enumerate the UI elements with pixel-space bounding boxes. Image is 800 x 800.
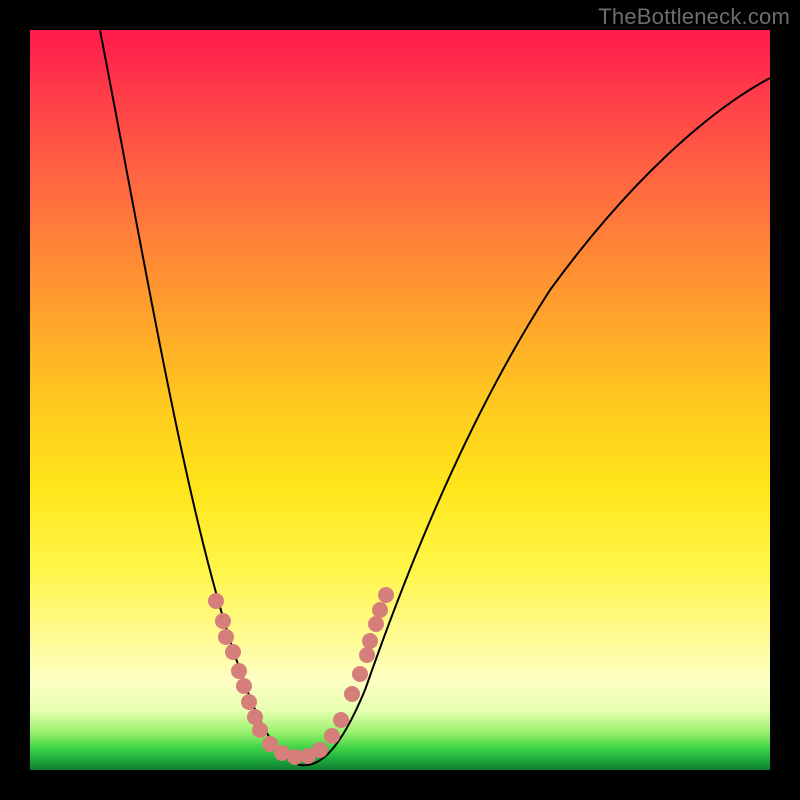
chart-svg [30, 30, 770, 770]
bottleneck-curve [100, 30, 770, 765]
marker-dot [333, 712, 349, 728]
marker-group [208, 587, 394, 765]
marker-dot [236, 678, 252, 694]
marker-dot [359, 647, 375, 663]
plot-area [30, 30, 770, 770]
marker-dot [208, 593, 224, 609]
marker-dot [312, 742, 328, 758]
marker-dot [231, 663, 247, 679]
watermark-text: TheBottleneck.com [598, 4, 790, 30]
marker-dot [215, 613, 231, 629]
marker-dot [218, 629, 234, 645]
marker-dot [225, 644, 241, 660]
marker-dot [372, 602, 388, 618]
marker-dot [344, 686, 360, 702]
chart-frame: TheBottleneck.com [0, 0, 800, 800]
marker-dot [362, 633, 378, 649]
marker-dot [368, 616, 384, 632]
marker-dot [352, 666, 368, 682]
marker-dot [378, 587, 394, 603]
marker-dot [252, 722, 268, 738]
marker-dot [241, 694, 257, 710]
marker-dot [324, 728, 340, 744]
